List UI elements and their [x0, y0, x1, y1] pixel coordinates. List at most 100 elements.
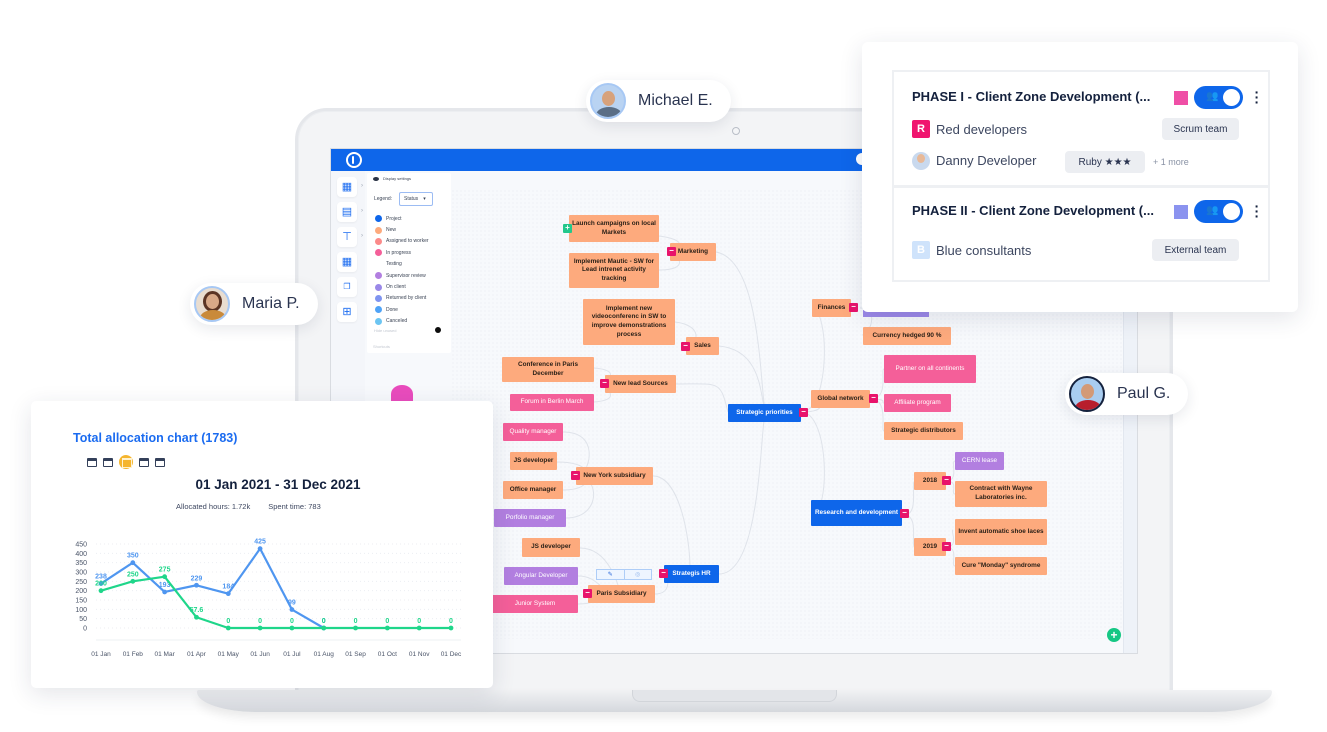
dashboard-icon: ▦ [341, 180, 353, 193]
node-sales[interactable]: Sales [686, 337, 719, 355]
data-label: 0 [449, 618, 453, 625]
node-cern-lease[interactable]: CERN lease [955, 452, 1004, 470]
node-js-developer-ny[interactable]: JS developer [510, 452, 557, 470]
collapse-node-button[interactable]: − [667, 247, 676, 256]
avatar-head [1081, 384, 1094, 399]
sidebar-add-button[interactable]: ⊞ [337, 302, 357, 322]
node-marketing[interactable]: Marketing [670, 243, 716, 261]
collapse-node-button[interactable]: − [659, 569, 668, 578]
display-settings-button[interactable]: Display settings [373, 176, 411, 181]
node-label: 2018 [922, 476, 938, 484]
sidebar-dashboard-button[interactable]: ▦ › [337, 177, 363, 197]
calendar-day-icon[interactable] [87, 457, 97, 467]
data-label: 0 [258, 618, 262, 625]
user-pill-maria[interactable]: Maria P. [190, 283, 318, 325]
node-new-york-subsidiary[interactable]: New York subsidiary [576, 467, 653, 485]
node-label: Research and development [814, 508, 899, 516]
data-point [162, 589, 168, 595]
node-contract-wayne[interactable]: Contract with Wayne Laboratories inc. [955, 481, 1047, 507]
phase-team-toggle[interactable]: 👥 [1194, 200, 1243, 223]
phase-color-swatch[interactable] [1174, 91, 1188, 105]
eye-icon [373, 176, 379, 181]
collapse-node-button[interactable]: − [583, 589, 592, 598]
node-js-developer-paris[interactable]: JS developer [522, 538, 580, 557]
person-name[interactable]: Danny Developer [936, 153, 1036, 168]
node-portfolio-manager[interactable]: Porfolio manager [494, 509, 566, 527]
calendar-quarter-icon[interactable] [139, 457, 149, 467]
collapse-node-button[interactable]: − [900, 509, 909, 518]
legend-color-dot [375, 294, 382, 302]
user-pill-paul[interactable]: Paul G. [1065, 373, 1189, 415]
node-strategis-hr[interactable]: Strategis HR [664, 565, 719, 583]
calendar-month-icon[interactable] [119, 455, 133, 469]
sidebar-hierarchy-button[interactable]: ⊤ › [337, 227, 363, 247]
node-strategic-distributors[interactable]: Strategic distributors [884, 422, 963, 440]
node-partner-all-continents[interactable]: Partner on all continents [884, 355, 976, 383]
node-affiliate-program[interactable]: Affiliate program [884, 394, 951, 412]
collapse-node-button[interactable]: − [571, 471, 580, 480]
node-implement-mautic[interactable]: Implement Mautic - SW for Lead intrenet … [569, 253, 659, 288]
node-research-development[interactable]: Research and development [811, 500, 902, 526]
hide-unused-toggle[interactable]: Hide unused [374, 328, 396, 333]
more-skills-link[interactable]: + 1 more [1153, 157, 1189, 167]
calendar-week-icon[interactable] [103, 457, 113, 467]
team-name[interactable]: Blue consultants [936, 243, 1031, 258]
node-junior-system[interactable]: Junior System [492, 595, 578, 613]
node-cure-monday[interactable]: Cure "Monday" syndrome [955, 557, 1047, 575]
node-label: JS developer [513, 456, 554, 464]
sidebar-copy-button[interactable]: ❐ [337, 277, 357, 297]
sidebar-grid-button[interactable]: ▦ [337, 252, 357, 272]
data-point [289, 625, 295, 631]
avatar-maria [194, 286, 230, 322]
legend-select[interactable]: Status ▾ [399, 192, 433, 206]
node-label: 2019 [922, 542, 938, 550]
legend-item-label: Supervisor review [386, 272, 426, 279]
calendar-year-icon[interactable] [155, 457, 165, 467]
node-label: Angular Developer [514, 571, 568, 579]
collapse-node-button[interactable]: − [681, 342, 690, 351]
x-tick-label: 01 Aug [314, 651, 335, 658]
user-name: Michael E. [638, 92, 713, 109]
node-global-network[interactable]: Global network [811, 390, 870, 408]
node-office-manager[interactable]: Office manager [503, 481, 563, 499]
expand-node-button[interactable]: + [563, 224, 572, 233]
collapse-node-button[interactable]: − [849, 303, 858, 312]
collapse-node-button[interactable]: − [942, 542, 951, 551]
phase-title[interactable]: PHASE I - Client Zone Development (... [912, 89, 1150, 104]
data-point [257, 625, 263, 631]
phase-item[interactable]: PHASE II - Client Zone Development (... … [894, 191, 1268, 281]
node-finances[interactable]: Finances [812, 299, 851, 317]
more-options-icon[interactable]: · · · [1254, 199, 1260, 223]
node-new-lead-sources[interactable]: New lead Sources [605, 375, 676, 393]
collapse-node-button[interactable]: − [942, 476, 951, 485]
node-conference-paris[interactable]: Conference in Paris December [502, 357, 594, 382]
data-label: 99 [288, 600, 296, 607]
add-node-button[interactable]: + [1107, 628, 1121, 642]
node-angular-developer[interactable]: Angular Developer [504, 567, 578, 585]
sidebar-tasks-button[interactable]: ▤ › [337, 202, 363, 222]
app-logo-icon[interactable] [346, 152, 362, 168]
phase-title[interactable]: PHASE II - Client Zone Development (... [912, 203, 1154, 218]
node-paris-subsidiary[interactable]: Paris Subsidiary [588, 585, 655, 603]
node-shoe-laces[interactable]: Invent automatic shoe laces [955, 519, 1047, 545]
settings-icon[interactable]: ◎ [623, 570, 652, 579]
user-pill-michael[interactable]: Michael E. [586, 80, 731, 122]
collapse-node-button[interactable]: − [600, 379, 609, 388]
more-options-icon[interactable]: · · · [1254, 85, 1260, 109]
info-icon[interactable] [435, 327, 441, 333]
edit-icon[interactable]: ✎ [597, 570, 624, 579]
phase-color-swatch[interactable] [1174, 205, 1188, 219]
node-currency-hedged[interactable]: Currency hedged 90 % [863, 327, 951, 345]
phase-team-toggle[interactable]: 👥 [1194, 86, 1243, 109]
legend-item: Done [375, 304, 429, 315]
node-implement-videoconf[interactable]: Implement new videoconferenc in SW to im… [583, 299, 675, 345]
node-forum-berlin[interactable]: Forum in Berlin March [510, 394, 594, 411]
node-strategic-priorities[interactable]: Strategic priorities [728, 404, 801, 422]
collapse-node-button[interactable]: − [799, 408, 808, 417]
team-name[interactable]: Red developers [936, 122, 1027, 137]
phase-item[interactable]: PHASE I - Client Zone Development (... 👥… [894, 72, 1268, 188]
copy-icon: ❐ [343, 282, 351, 291]
node-quality-manager[interactable]: Quality manager [503, 423, 563, 441]
node-launch-campaigns[interactable]: Launch campaigns on local Markets [569, 215, 659, 242]
collapse-node-button[interactable]: − [869, 394, 878, 403]
